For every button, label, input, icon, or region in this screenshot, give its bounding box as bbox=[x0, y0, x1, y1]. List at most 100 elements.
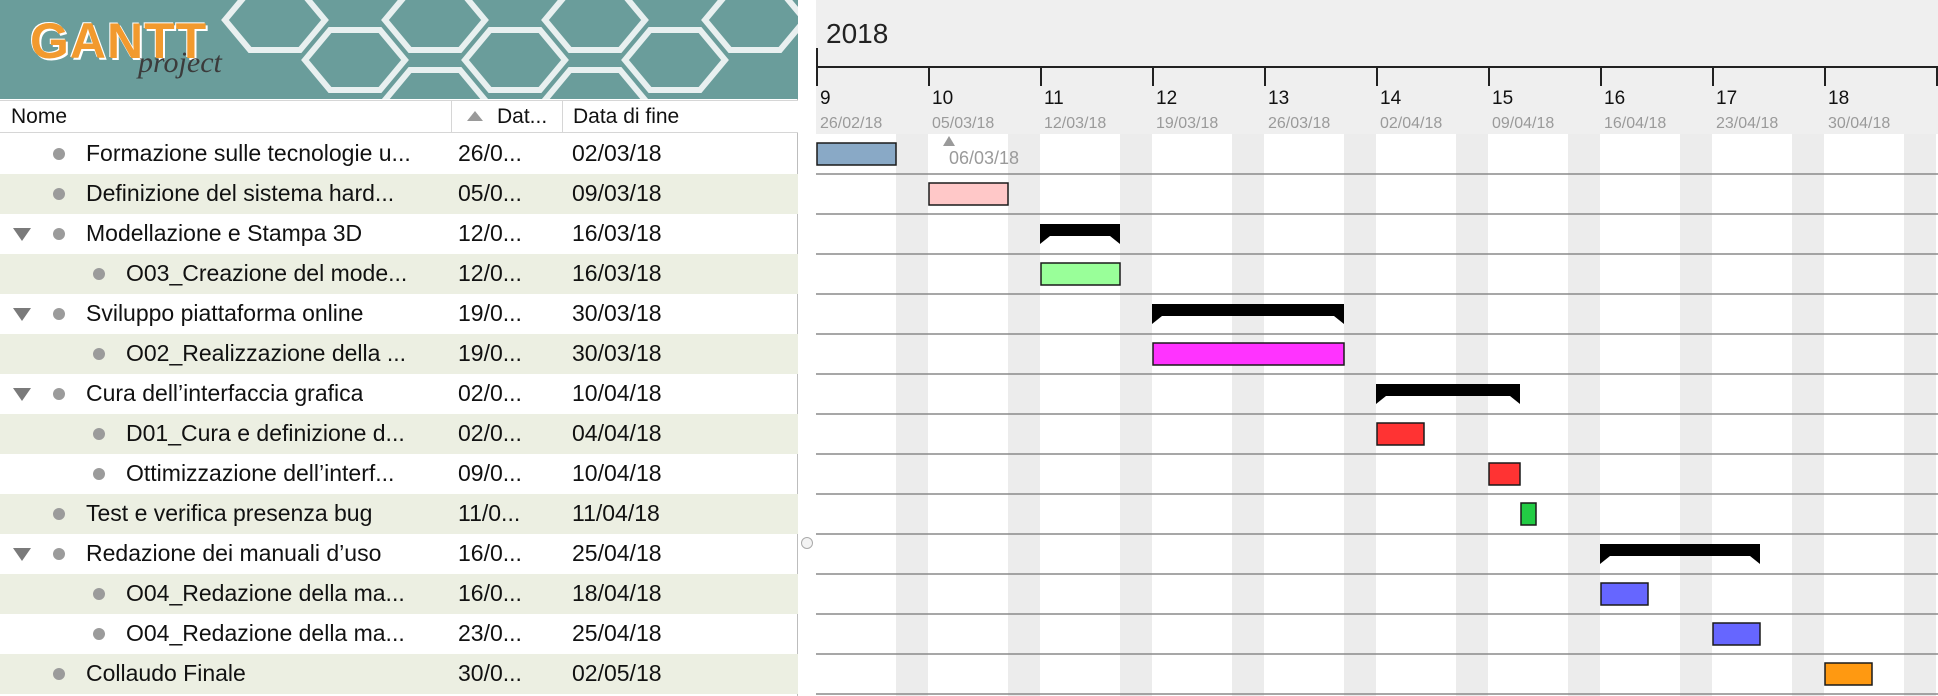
task-name[interactable]: Definizione del sistema hard... bbox=[86, 180, 394, 207]
week-number-label: 10 bbox=[932, 88, 953, 109]
task-bar[interactable] bbox=[1488, 462, 1521, 486]
task-name[interactable]: O03_Creazione del mode... bbox=[126, 260, 407, 287]
task-row[interactable]: O04_Redazione della ma... 16/0... 18/04/18 bbox=[0, 574, 798, 614]
task-end-date[interactable]: 18/04/18 bbox=[572, 580, 662, 607]
weekend-shade bbox=[1456, 134, 1488, 696]
task-end-date[interactable]: 04/04/18 bbox=[572, 420, 662, 447]
task-end-date[interactable]: 02/03/18 bbox=[572, 140, 662, 167]
task-bar[interactable] bbox=[1520, 502, 1537, 526]
task-name[interactable]: Redazione dei manuali d’uso bbox=[86, 540, 381, 567]
task-name[interactable]: Ottimizzazione dell’interf... bbox=[126, 460, 394, 487]
task-name[interactable]: Formazione sulle tecnologie u... bbox=[86, 140, 411, 167]
task-name[interactable]: O02_Realizzazione della ... bbox=[126, 340, 406, 367]
task-row[interactable]: D01_Cura e definizione d... 02/0... 04/04/… bbox=[0, 414, 798, 454]
task-row[interactable]: Definizione del sistema hard... 05/0... 09… bbox=[0, 174, 798, 214]
task-bullet-icon bbox=[53, 308, 65, 320]
task-row[interactable]: O03_Creazione del mode... 12/0... 16/03/18 bbox=[0, 254, 798, 294]
task-bar[interactable] bbox=[816, 142, 897, 166]
task-start-date[interactable]: 05/0... bbox=[458, 180, 522, 207]
task-start-date[interactable]: 30/0... bbox=[458, 660, 522, 687]
task-start-date[interactable]: 19/0... bbox=[458, 340, 522, 367]
task-bar[interactable] bbox=[1824, 662, 1873, 686]
weekend-shade bbox=[1904, 134, 1936, 696]
task-name[interactable]: Test e verifica presenza bug bbox=[86, 500, 372, 527]
week-number-label: 11 bbox=[1044, 88, 1064, 109]
task-bullet-icon bbox=[53, 148, 65, 160]
task-row[interactable]: O02_Realizzazione della ... 19/0... 30/03/… bbox=[0, 334, 798, 374]
task-name[interactable]: D01_Cura e definizione d... bbox=[126, 420, 405, 447]
task-row[interactable]: Ottimizzazione dell’interf... 09/0... 10/0… bbox=[0, 454, 798, 494]
task-name[interactable]: Modellazione e Stampa 3D bbox=[86, 220, 362, 247]
task-bar[interactable] bbox=[1600, 582, 1649, 606]
week-date-label: 26/03/18 bbox=[1268, 115, 1330, 132]
task-start-date[interactable]: 02/0... bbox=[458, 380, 522, 407]
task-end-date[interactable]: 25/04/18 bbox=[572, 540, 662, 567]
task-start-date[interactable]: 02/0... bbox=[458, 420, 522, 447]
task-bar[interactable] bbox=[928, 182, 1009, 206]
logo-sub-text: project bbox=[138, 46, 222, 79]
task-name[interactable]: O04_Redazione della ma... bbox=[126, 620, 405, 647]
task-bullet-icon bbox=[93, 268, 105, 280]
task-end-date[interactable]: 10/04/18 bbox=[572, 380, 662, 407]
column-header-start-label[interactable]: Dat... bbox=[497, 101, 557, 133]
column-header-end-date[interactable]: Data di fine bbox=[562, 101, 792, 133]
task-row[interactable]: O04_Redazione della ma... 23/0... 25/04/18 bbox=[0, 614, 798, 654]
task-bar[interactable] bbox=[1152, 342, 1345, 366]
task-name[interactable]: Cura dell’interfaccia grafica bbox=[86, 380, 363, 407]
task-end-date[interactable]: 11/04/18 bbox=[572, 500, 660, 527]
gantt-chart-canvas[interactable]: 9 26/02/18 10 05/03/18 11 12/03/18 12 19/03/18 1… bbox=[816, 0, 1938, 696]
task-row[interactable]: Collaudo Finale 30/0... 02/05/18 bbox=[0, 654, 798, 694]
task-start-date[interactable]: 12/0... bbox=[458, 220, 522, 247]
task-row[interactable]: Formazione sulle tecnologie u... 26/0... 0… bbox=[0, 134, 798, 174]
task-bullet-icon bbox=[53, 668, 65, 680]
task-bar[interactable] bbox=[1040, 262, 1121, 286]
task-end-date[interactable]: 16/03/18 bbox=[572, 260, 662, 287]
weekend-shade bbox=[1680, 134, 1712, 696]
task-end-date[interactable]: 25/04/18 bbox=[572, 620, 662, 647]
task-end-date[interactable]: 16/03/18 bbox=[572, 220, 662, 247]
task-end-date[interactable]: 30/03/18 bbox=[572, 300, 662, 327]
week-number-label: 18 bbox=[1828, 88, 1849, 109]
task-row[interactable]: Modellazione e Stampa 3D 12/0... 16/03/18 bbox=[0, 214, 798, 254]
task-end-date[interactable]: 02/05/18 bbox=[572, 660, 662, 687]
task-start-date[interactable]: 11/0... bbox=[458, 500, 520, 527]
expand-triangle-icon[interactable] bbox=[13, 308, 31, 321]
task-row[interactable]: Cura dell’interfaccia grafica 02/0... 10/0… bbox=[0, 374, 798, 414]
task-bar[interactable] bbox=[1376, 422, 1425, 446]
task-end-date[interactable]: 30/03/18 bbox=[572, 340, 662, 367]
task-start-date[interactable]: 19/0... bbox=[458, 300, 522, 327]
expand-triangle-icon[interactable] bbox=[13, 388, 31, 401]
task-start-date[interactable]: 16/0... bbox=[458, 540, 522, 567]
expand-triangle-icon[interactable] bbox=[13, 228, 31, 241]
task-row[interactable]: Test e verifica presenza bug 11/0... 11/04… bbox=[0, 494, 798, 534]
task-end-date[interactable]: 09/03/18 bbox=[572, 180, 662, 207]
task-bullet-icon bbox=[53, 388, 65, 400]
task-name[interactable]: Collaudo Finale bbox=[86, 660, 246, 687]
week-number-label: 15 bbox=[1492, 88, 1513, 109]
task-bullet-icon bbox=[93, 588, 105, 600]
week-date-label: 30/04/18 bbox=[1828, 115, 1890, 132]
task-bullet-icon bbox=[53, 508, 65, 520]
panel-splitter-handle[interactable] bbox=[801, 537, 813, 549]
task-bullet-icon bbox=[93, 428, 105, 440]
task-start-date[interactable]: 23/0... bbox=[458, 620, 522, 647]
task-start-date[interactable]: 12/0... bbox=[458, 260, 522, 287]
task-row[interactable]: Redazione dei manuali d’uso 16/0... 25/04/… bbox=[0, 534, 798, 574]
task-end-date[interactable]: 10/04/18 bbox=[572, 460, 662, 487]
task-name[interactable]: O04_Redazione della ma... bbox=[126, 580, 405, 607]
column-header-name[interactable]: Nome bbox=[11, 101, 441, 133]
task-bar[interactable] bbox=[1712, 622, 1761, 646]
task-start-date[interactable]: 16/0... bbox=[458, 580, 522, 607]
task-name[interactable]: Sviluppo piattaforma online bbox=[86, 300, 363, 327]
week-number-label: 14 bbox=[1380, 88, 1402, 109]
gantt-chart-panel: 2018 9 26/02/18 10 05/03/18 11 12/03/18 12 19/0… bbox=[816, 0, 1938, 696]
expand-triangle-icon[interactable] bbox=[13, 548, 31, 561]
weekend-shade bbox=[1792, 134, 1824, 696]
weekend-shade bbox=[1120, 134, 1152, 696]
task-start-date[interactable]: 26/0... bbox=[458, 140, 522, 167]
task-start-date[interactable]: 09/0... bbox=[458, 460, 522, 487]
week-date-label: 19/03/18 bbox=[1156, 115, 1218, 132]
task-table-panel: GANTT project Nome Dat... Data di fine F… bbox=[0, 0, 798, 696]
task-row[interactable]: Sviluppo piattaforma online 19/0... 30/03/… bbox=[0, 294, 798, 334]
app-banner: GANTT project bbox=[0, 0, 798, 99]
